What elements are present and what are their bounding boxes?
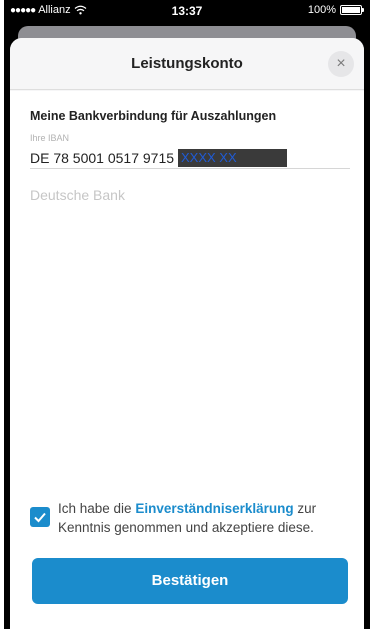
consent-row: Ich habe die Einverständniserklärung zur… [30, 499, 350, 539]
bank-name: Deutsche Bank [30, 187, 125, 203]
status-right: 100% [307, 4, 364, 16]
consent-link[interactable]: Einverständniserklärung [135, 501, 293, 516]
status-bar: ●●●●● Allianz 13:37 100% [4, 0, 370, 22]
phone-frame: ●●●●● Allianz 13:37 100% Leistungskonto … [0, 0, 381, 629]
sheet-content: Meine Bankverbindung für Auszahlungen Ih… [10, 91, 364, 629]
modal-sheet: Leistungskonto × Meine Bankverbindung fü… [10, 38, 364, 629]
consent-text: Ich habe die Einverständniserklärung zur… [58, 499, 350, 537]
checkmark-icon [34, 512, 46, 523]
consent-text-before: Ich habe die [58, 501, 136, 516]
sheet-header: Leistungskonto × [10, 38, 364, 90]
section-title: Meine Bankverbindung für Auszahlungen [30, 109, 277, 123]
close-icon: × [336, 55, 346, 72]
screen: ●●●●● Allianz 13:37 100% Leistungskonto … [4, 0, 370, 629]
battery-percentage: 100% [307, 4, 336, 16]
close-button[interactable]: × [328, 51, 354, 77]
iban-label: Ihre IBAN [30, 133, 70, 143]
confirm-button[interactable]: Bestätigen [32, 558, 348, 604]
battery-icon [340, 5, 364, 15]
iban-value: DE 78 5001 0517 9715 [30, 149, 175, 166]
iban-masked-value: XXXX XX [178, 148, 287, 167]
consent-checkbox[interactable] [30, 507, 50, 527]
page-title: Leistungskonto [131, 55, 243, 72]
iban-field[interactable]: DE 78 5001 0517 9715 XXXX XX [30, 147, 350, 169]
